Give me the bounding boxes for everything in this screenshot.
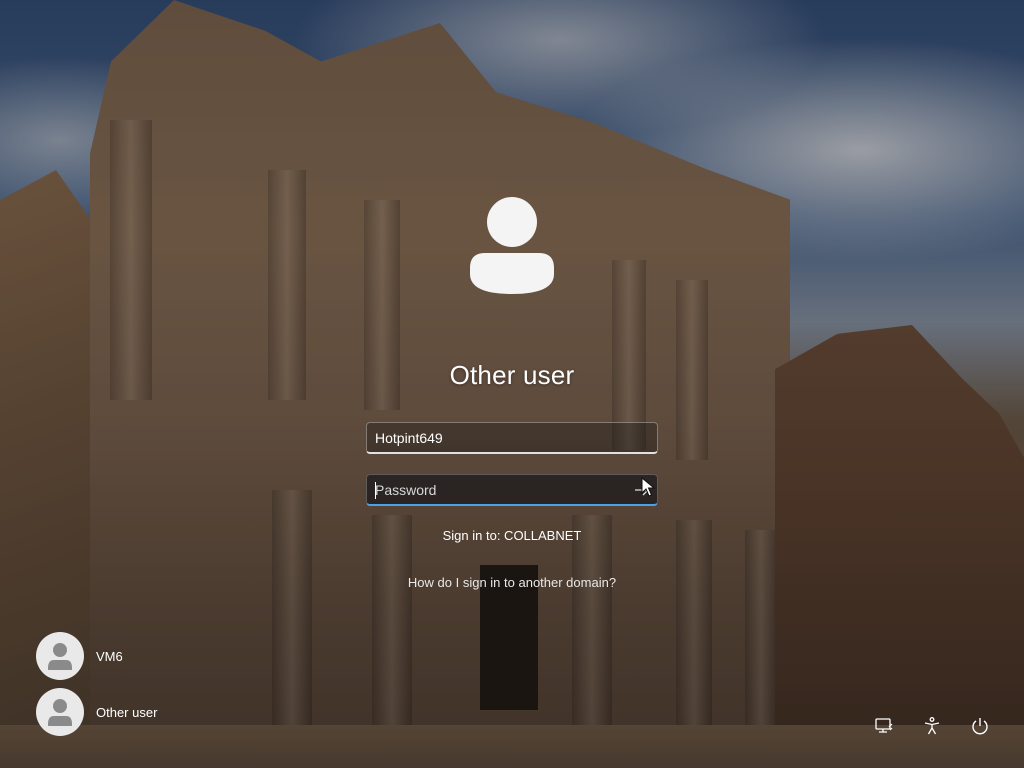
user-avatar-icon: [36, 688, 84, 736]
user-list-item-other-user[interactable]: Other user: [36, 688, 157, 736]
mouse-pointer-icon: [641, 476, 656, 502]
password-field[interactable]: [366, 474, 658, 506]
page-title: Other user: [449, 360, 575, 390]
power-icon: [972, 718, 988, 735]
user-list-item-label: Other user: [96, 704, 158, 720]
text-caret: [375, 482, 376, 499]
other-domain-link[interactable]: How do I sign in to another domain?: [362, 575, 662, 590]
network-button[interactable]: [872, 714, 896, 738]
username-field[interactable]: [366, 422, 658, 454]
sign-in-domain-text: Sign in to: COLLABNET: [442, 528, 582, 543]
user-avatar-icon: [467, 196, 557, 296]
accessibility-button[interactable]: [920, 714, 944, 738]
user-list-item-label: VM6: [96, 648, 123, 664]
user-avatar-icon: [36, 632, 84, 680]
accessibility-icon: [924, 717, 940, 735]
power-button[interactable]: [968, 714, 992, 738]
username-input[interactable]: [375, 429, 649, 446]
user-list-item-vm6[interactable]: VM6: [36, 632, 123, 680]
password-input[interactable]: [375, 481, 649, 498]
network-icon: [875, 718, 893, 733]
